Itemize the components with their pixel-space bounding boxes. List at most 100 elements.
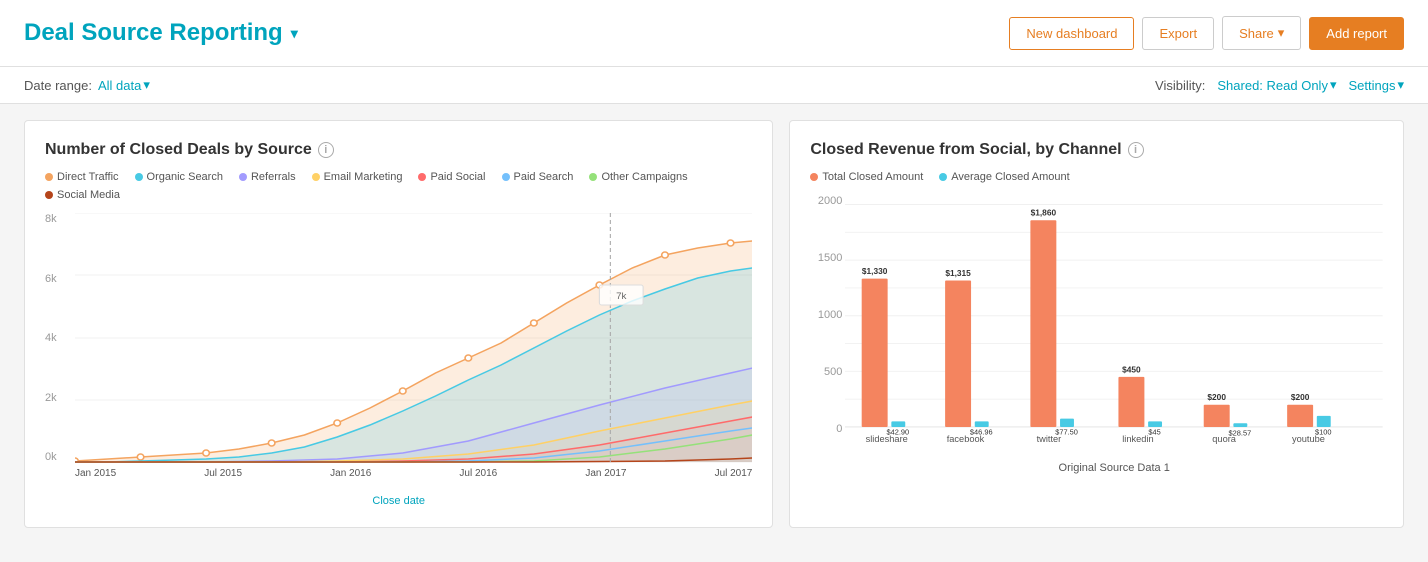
- chart2-x-axis-sublabel: Original Source Data 1: [845, 462, 1383, 474]
- y-label-2k: 2k: [45, 392, 73, 404]
- x-label-jul2016: Jul 2016: [459, 468, 497, 493]
- chart1-info-icon[interactable]: i: [318, 142, 334, 158]
- y-label-6k: 6k: [45, 273, 73, 285]
- legend-dot: [418, 173, 426, 181]
- chart1-y-axis: 8k 6k 4k 2k 0k: [45, 213, 73, 463]
- chart1-x-axis-label: Close date: [45, 495, 752, 507]
- chart1-legend-item: Referrals: [239, 171, 296, 183]
- chart2-legend-item: Total Closed Amount: [810, 171, 923, 183]
- svg-text:$450: $450: [1123, 364, 1142, 374]
- visibility-value: Shared: Read Only: [1217, 78, 1328, 93]
- toolbar: Date range: All data ▾ Visibility: Share…: [0, 67, 1428, 104]
- share-label: Share: [1239, 26, 1274, 41]
- visibility-label: Visibility:: [1155, 78, 1205, 93]
- y-label-0k: 0k: [45, 451, 73, 463]
- legend-label: Direct Traffic: [57, 171, 119, 183]
- svg-text:linkedin: linkedin: [1123, 434, 1154, 444]
- chart2-title-text: Closed Revenue from Social, by Channel: [810, 141, 1121, 159]
- svg-text:twitter: twitter: [1037, 434, 1062, 444]
- new-dashboard-button[interactable]: New dashboard: [1009, 17, 1134, 50]
- x-label-jan2015: Jan 2015: [75, 468, 116, 493]
- chart1-legend-item: Email Marketing: [312, 171, 403, 183]
- settings-button[interactable]: Settings ▾: [1348, 77, 1404, 93]
- svg-text:$1,330: $1,330: [862, 266, 888, 276]
- chart1-legend-item: Paid Search: [502, 171, 574, 183]
- legend-dot: [45, 173, 53, 181]
- chart1-legend-item: Social Media: [45, 189, 120, 201]
- chart2-title: Closed Revenue from Social, by Channel i: [810, 141, 1383, 159]
- legend-label: Organic Search: [147, 171, 223, 183]
- chart1-legend-item: Other Campaigns: [589, 171, 687, 183]
- y2-0: 0: [810, 423, 842, 435]
- chart-closed-revenue: Closed Revenue from Social, by Channel i…: [789, 120, 1404, 528]
- y2-500: 500: [810, 366, 842, 378]
- legend-dot: [45, 191, 53, 199]
- chart2-y-axis: 2000 1500 1000 500 0: [810, 195, 842, 435]
- settings-label: Settings: [1348, 78, 1395, 93]
- svg-text:$1,860: $1,860: [1031, 208, 1057, 218]
- date-range-label: Date range:: [24, 78, 92, 93]
- chart2-area: 2000 1500 1000 500 0: [810, 195, 1383, 485]
- chart1-legend-item: Direct Traffic: [45, 171, 119, 183]
- x-label-jan2017: Jan 2017: [585, 468, 626, 493]
- x-label-jul2017: Jul 2017: [715, 468, 753, 493]
- chart1-title-text: Number of Closed Deals by Source: [45, 141, 312, 159]
- chart1-legend-item: Organic Search: [135, 171, 223, 183]
- export-button[interactable]: Export: [1142, 17, 1214, 50]
- share-chevron-icon: ▾: [1278, 25, 1285, 41]
- date-range-value: All data: [98, 78, 141, 93]
- svg-text:quora: quora: [1213, 434, 1238, 444]
- toolbar-right: Visibility: Shared: Read Only ▾ Settings…: [1155, 77, 1404, 93]
- page-title: Deal Source Reporting ▾: [24, 19, 298, 47]
- legend-dot: [502, 173, 510, 181]
- svg-text:youtube: youtube: [1292, 434, 1325, 444]
- chart2-legend-item: Average Closed Amount: [939, 171, 1069, 183]
- chart2-legend: Total Closed Amount Average Closed Amount: [810, 171, 1383, 183]
- chart2-info-icon[interactable]: i: [1128, 142, 1144, 158]
- date-range-selector[interactable]: All data ▾: [98, 77, 150, 93]
- chart1-x-axis: Jan 2015 Jul 2015 Jan 2016 Jul 2016 Jan …: [75, 468, 752, 493]
- legend-label: Social Media: [57, 189, 120, 201]
- date-range-chevron-icon: ▾: [143, 77, 150, 93]
- y2-1500: 1500: [810, 252, 842, 264]
- y-label-8k: 8k: [45, 213, 73, 225]
- legend-dot: [312, 173, 320, 181]
- chart1-legend-item: Paid Social: [418, 171, 485, 183]
- legend-label: Email Marketing: [324, 171, 403, 183]
- legend-label: Other Campaigns: [601, 171, 687, 183]
- legend-label: Average Closed Amount: [951, 171, 1069, 183]
- legend-label: Referrals: [251, 171, 296, 183]
- legend-dot: [239, 173, 247, 181]
- title-chevron-icon[interactable]: ▾: [291, 25, 298, 42]
- legend-dot: [589, 173, 597, 181]
- legend-dot: [135, 173, 143, 181]
- x-label-jan2016: Jan 2016: [330, 468, 371, 493]
- y2-2000: 2000: [810, 195, 842, 207]
- svg-text:facebook: facebook: [947, 434, 985, 444]
- y2-1000: 1000: [810, 309, 842, 321]
- header: Deal Source Reporting ▾ New dashboard Ex…: [0, 0, 1428, 67]
- chart2-svg: $1,330 $42.90 slideshare $1,315 $46.96 f…: [845, 195, 1383, 455]
- settings-chevron-icon: ▾: [1397, 77, 1404, 93]
- chart1-legend: Direct Traffic Organic Search Referrals Ema…: [45, 171, 752, 201]
- legend-dot: [939, 173, 947, 181]
- main-content: Number of Closed Deals by Source i Direc…: [0, 104, 1428, 544]
- legend-label: Total Closed Amount: [822, 171, 923, 183]
- add-report-button[interactable]: Add report: [1309, 17, 1404, 50]
- visibility-selector[interactable]: Shared: Read Only ▾: [1217, 77, 1336, 93]
- x-label-jul2015: Jul 2015: [204, 468, 242, 493]
- svg-text:7k: 7k: [616, 290, 627, 301]
- y-label-4k: 4k: [45, 332, 73, 344]
- chart1-svg: 7k: [75, 213, 752, 463]
- svg-text:slideshare: slideshare: [866, 434, 908, 444]
- legend-dot: [810, 173, 818, 181]
- legend-label: Paid Search: [514, 171, 574, 183]
- svg-text:$1,315: $1,315: [946, 268, 972, 278]
- chart1-title: Number of Closed Deals by Source i: [45, 141, 752, 159]
- chart-closed-deals: Number of Closed Deals by Source i Direc…: [24, 120, 773, 528]
- header-actions: New dashboard Export Share ▾ Add report: [1009, 16, 1404, 50]
- legend-label: Paid Social: [430, 171, 485, 183]
- visibility-chevron-icon: ▾: [1330, 77, 1337, 93]
- share-button[interactable]: Share ▾: [1222, 16, 1301, 50]
- toolbar-left: Date range: All data ▾: [24, 77, 150, 93]
